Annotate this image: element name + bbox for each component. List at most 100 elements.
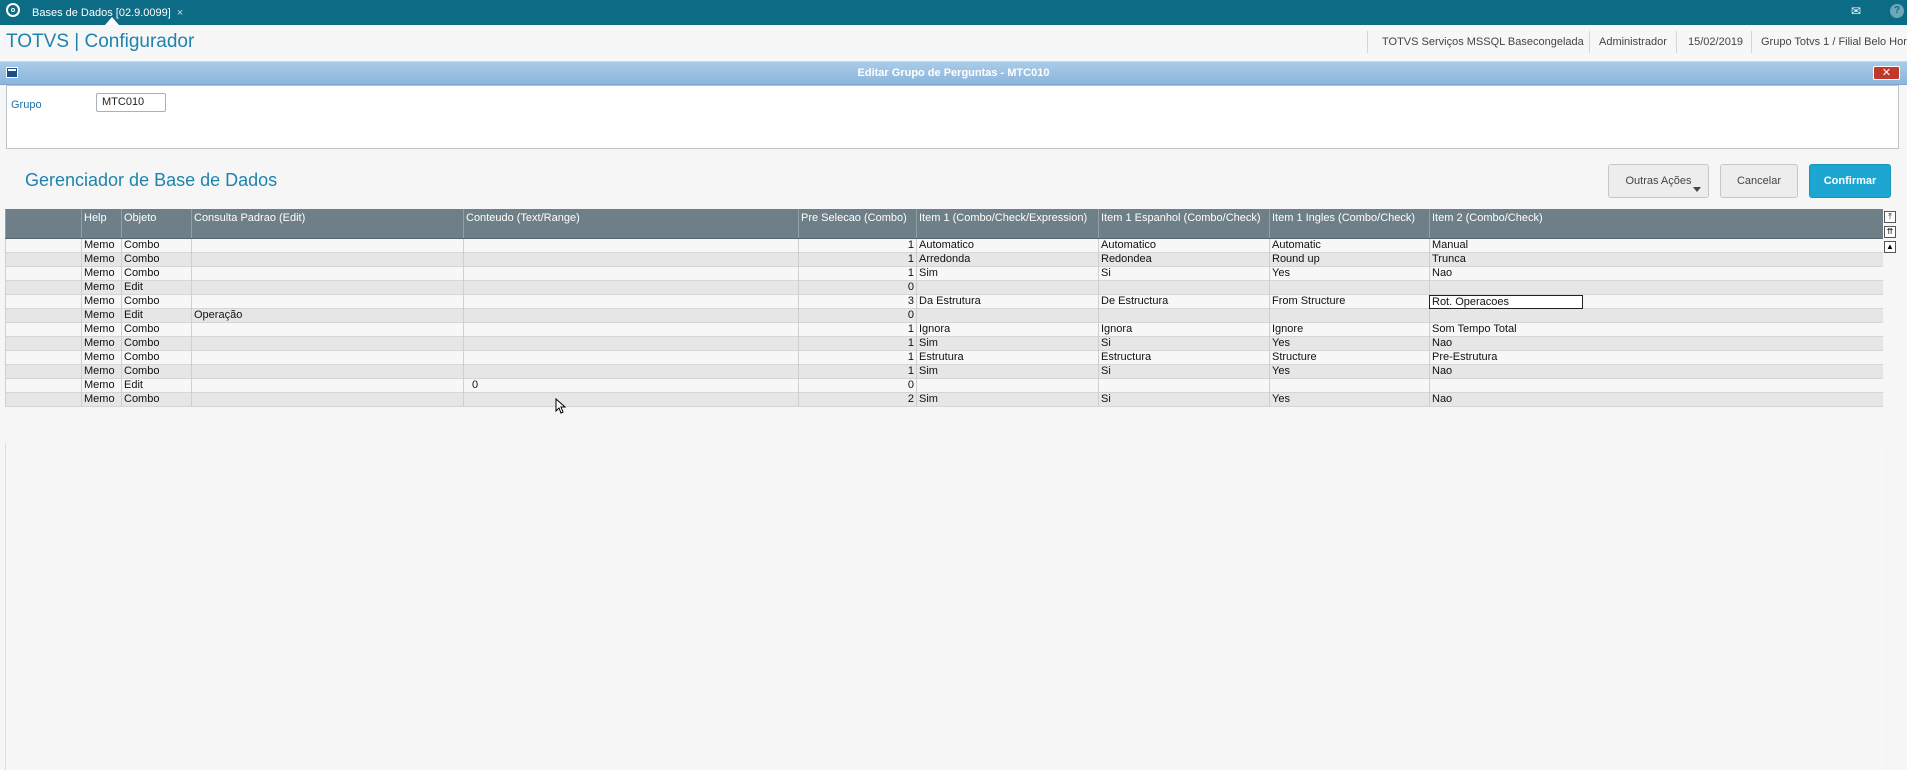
table-row[interactable]: Memo Combo 1 Estrutura Estructura Structure Pr… [5,351,1883,365]
table-cell[interactable]: Yes [1269,337,1429,351]
table-cell[interactable] [191,281,463,295]
table-cell[interactable] [1429,309,1583,323]
table-cell[interactable]: Sim [916,337,1098,351]
table-row[interactable]: Memo Combo 3 Da Estrutura De Estructura From … [5,295,1883,309]
table-cell[interactable] [5,379,81,393]
table-cell[interactable]: Da Estrutura [916,295,1098,309]
table-cell[interactable] [916,281,1098,295]
table-cell[interactable] [191,323,463,337]
table-cell[interactable] [5,267,81,281]
table-cell[interactable]: Automatico [1098,239,1269,253]
table-cell[interactable] [191,295,463,309]
table-cell[interactable] [1269,309,1429,323]
table-row[interactable]: Memo Combo 2 Sim Si Yes Nao [5,393,1883,407]
close-dialog-button[interactable]: ✕ [1873,66,1900,80]
table-cell[interactable]: Round up [1269,253,1429,267]
column-header[interactable]: Item 1 Ingles (Combo/Check) [1269,209,1429,238]
table-cell[interactable]: 1 [798,365,916,379]
table-cell[interactable] [463,393,798,407]
table-cell[interactable]: Si [1098,393,1269,407]
table-cell[interactable]: Sim [916,267,1098,281]
table-cell[interactable]: Memo [81,379,121,393]
table-cell[interactable] [463,253,798,267]
scroll-page-up-icon[interactable]: ⇈ [1884,226,1896,238]
table-cell[interactable] [5,309,81,323]
table-cell[interactable]: Combo [121,337,191,351]
table-cell[interactable]: De Estructura [1098,295,1269,309]
table-cell[interactable]: Combo [121,253,191,267]
table-cell[interactable] [5,239,81,253]
table-cell[interactable] [463,365,798,379]
table-row[interactable]: Memo Edit Operação 0 [5,309,1883,323]
table-cell[interactable]: Structure [1269,351,1429,365]
table-cell[interactable]: 0 [798,281,916,295]
table-row[interactable]: Memo Combo 1 Sim Si Yes Nao [5,337,1883,351]
table-cell[interactable]: Memo [81,393,121,407]
table-cell[interactable] [1098,379,1269,393]
table-cell[interactable]: 0 [798,379,916,393]
table-cell[interactable]: Sim [916,393,1098,407]
table-cell[interactable]: Ignore [1269,323,1429,337]
table-cell[interactable]: Edit [121,281,191,295]
table-cell[interactable]: Edit [121,379,191,393]
table-cell[interactable] [191,239,463,253]
column-header[interactable]: Consulta Padrao (Edit) [191,209,463,238]
table-cell[interactable]: Memo [81,337,121,351]
table-cell[interactable] [1429,379,1583,393]
table-cell[interactable]: Memo [81,281,121,295]
table-cell[interactable]: 0 [463,379,798,393]
column-header[interactable]: Objeto [121,209,191,238]
table-cell[interactable]: Nao [1429,393,1583,407]
table-cell[interactable]: Nao [1429,365,1583,379]
table-cell[interactable]: Operação [191,309,463,323]
table-cell[interactable] [5,351,81,365]
table-cell[interactable]: Ignora [916,323,1098,337]
table-cell[interactable] [5,323,81,337]
confirm-button[interactable]: Confirmar [1809,164,1891,198]
table-cell[interactable] [191,267,463,281]
table-cell[interactable]: Combo [121,295,191,309]
table-row[interactable]: Memo Combo 1 Sim Si Yes Nao [5,267,1883,281]
column-header[interactable]: Item 1 Espanhol (Combo/Check) [1098,209,1269,238]
table-cell[interactable]: Yes [1269,393,1429,407]
table-cell[interactable]: Nao [1429,337,1583,351]
table-cell[interactable]: Edit [121,309,191,323]
table-cell[interactable] [1429,281,1583,295]
table-cell[interactable]: Memo [81,351,121,365]
table-cell[interactable]: Redondea [1098,253,1269,267]
table-cell[interactable]: Yes [1269,267,1429,281]
table-cell[interactable]: 1 [798,267,916,281]
table-cell[interactable] [5,295,81,309]
table-cell[interactable] [5,337,81,351]
cancel-button[interactable]: Cancelar [1720,164,1798,198]
table-cell[interactable]: Yes [1269,365,1429,379]
table-cell[interactable]: Memo [81,365,121,379]
table-cell[interactable] [5,365,81,379]
table-cell[interactable]: 3 [798,295,916,309]
table-cell[interactable]: Combo [121,267,191,281]
table-cell[interactable]: Si [1098,365,1269,379]
table-cell[interactable]: 1 [798,351,916,365]
table-cell[interactable]: Combo [121,393,191,407]
table-cell[interactable]: Rot. Operacoes [1429,295,1583,309]
table-cell[interactable]: Nao [1429,267,1583,281]
table-cell[interactable] [191,379,463,393]
table-cell[interactable] [463,309,798,323]
table-cell[interactable]: Combo [121,239,191,253]
table-cell[interactable]: 1 [798,239,916,253]
table-cell[interactable]: Pre-Estrutura [1429,351,1583,365]
table-cell[interactable] [463,337,798,351]
table-cell[interactable] [5,281,81,295]
table-cell[interactable]: Ignora [1098,323,1269,337]
scroll-up-icon[interactable]: ▲ [1884,241,1896,253]
table-cell[interactable]: Automatic [1269,239,1429,253]
table-cell[interactable]: Sim [916,365,1098,379]
table-cell[interactable]: Som Tempo Total [1429,323,1583,337]
table-cell[interactable] [1269,379,1429,393]
table-cell[interactable]: 1 [798,253,916,267]
table-row[interactable]: Memo Combo 1 Automatico Automatico Automatic M… [5,239,1883,253]
table-row[interactable]: Memo Edit 0 0 [5,379,1883,393]
table-cell[interactable] [463,295,798,309]
table-cell[interactable]: 1 [798,337,916,351]
table-cell[interactable] [5,393,81,407]
